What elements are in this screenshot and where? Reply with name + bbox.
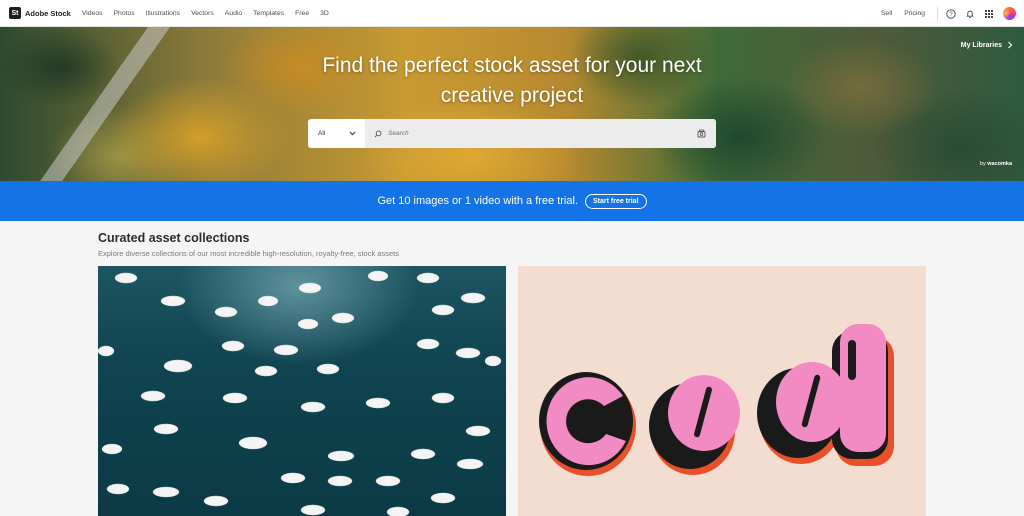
hero-title-line-2: creative project — [440, 84, 584, 107]
category-value: All — [318, 130, 326, 137]
nav-link-videos[interactable]: Videos — [82, 10, 103, 17]
svg-text:?: ? — [949, 12, 953, 18]
search-bar: All — [308, 119, 716, 148]
search-input[interactable] — [388, 130, 697, 137]
section-title: Curated asset collections — [98, 231, 250, 245]
visual-search-icon[interactable] — [697, 129, 706, 138]
nav-right: Sell Pricing ? — [881, 0, 1024, 27]
nav-link-audio[interactable]: Audio — [225, 10, 242, 17]
logo-mark: St — [9, 7, 21, 19]
my-libraries-label: My Libraries — [960, 41, 1002, 49]
search-field — [365, 119, 716, 148]
nav-divider — [937, 6, 938, 21]
hero-title: Find the perfect stock asset for your ne… — [0, 51, 1024, 111]
start-free-trial-button[interactable]: Start free trial — [585, 193, 647, 209]
brand-name: Adobe Stock — [25, 8, 71, 18]
nav-link-templates[interactable]: Templates — [253, 10, 284, 17]
credit-author[interactable]: wacomka — [987, 161, 1012, 167]
collection-card-cool-lettering[interactable] — [518, 266, 926, 516]
swans-image — [98, 270, 502, 516]
chevron-down-icon — [349, 131, 356, 136]
sell-link[interactable]: Sell — [881, 10, 892, 17]
search-icon — [374, 130, 382, 137]
nav-link-vectors[interactable]: Vectors — [191, 10, 214, 17]
hero-banner: Find the perfect stock asset for your ne… — [0, 27, 1024, 181]
adobe-stock-logo[interactable]: St Adobe Stock — [9, 7, 71, 19]
nav-link-3d[interactable]: 3D — [320, 10, 329, 17]
bell-icon[interactable] — [965, 9, 975, 19]
promo-text: Get 10 images or 1 video with a free tri… — [377, 195, 578, 207]
section-subtitle: Explore diverse collections of our most … — [98, 249, 399, 258]
pricing-link[interactable]: Pricing — [904, 10, 925, 17]
apps-grid-icon[interactable] — [984, 9, 994, 19]
top-navigation: St Adobe Stock Videos Photos Illustratio… — [0, 0, 1024, 27]
credit-prefix: by — [979, 161, 986, 167]
hero-title-line-1: Find the perfect stock asset for your ne… — [322, 54, 702, 77]
nav-links: Videos Photos Illustrations Vectors Audi… — [82, 10, 340, 17]
category-dropdown[interactable]: All — [308, 119, 365, 148]
cool-lettering-image — [539, 324, 894, 476]
chevron-right-icon — [1008, 41, 1013, 49]
my-libraries-button[interactable]: My Libraries — [961, 41, 1014, 49]
nav-link-free[interactable]: Free — [295, 10, 309, 17]
nav-link-photos[interactable]: Photos — [114, 10, 135, 17]
nav-link-illustrations[interactable]: Illustrations — [146, 10, 180, 17]
help-icon[interactable]: ? — [946, 8, 956, 19]
image-credit: by wacomka — [980, 161, 1012, 167]
collection-card-swans[interactable] — [98, 266, 506, 516]
user-avatar[interactable] — [1003, 7, 1016, 20]
free-trial-banner: Get 10 images or 1 video with a free tri… — [0, 181, 1024, 221]
